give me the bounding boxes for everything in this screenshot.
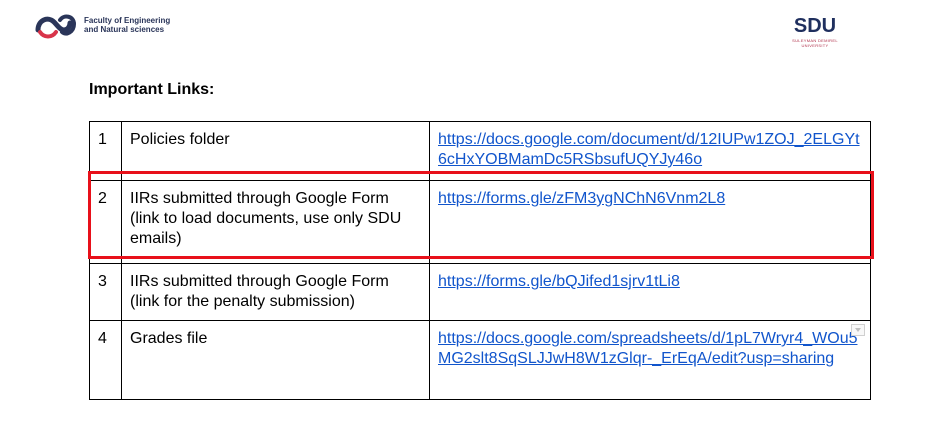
row-description: IIRs submitted through Google Form (link… [121, 180, 430, 264]
row-link-cell: https://docs.google.com/spreadsheets/d/1… [429, 320, 871, 400]
document-page: Faculty of Engineering and Natural scien… [0, 0, 933, 426]
table-row: 2 IIRs submitted through Google Form (li… [89, 180, 871, 264]
table-row: 3 IIRs submitted through Google Form (li… [89, 263, 871, 321]
row-number: 4 [89, 320, 122, 400]
section-heading: Important Links: [89, 81, 215, 98]
row-description: IIRs submitted through Google Form (link… [121, 263, 430, 321]
svg-text:SDU: SDU [794, 15, 836, 36]
row-description: Grades file [121, 320, 430, 400]
grades-file-link[interactable]: https://docs.google.com/spreadsheets/d/1… [438, 330, 857, 367]
sdu-logo: SDU SULEYMAN DEMIREL UNIVERSITY [784, 14, 846, 52]
sdu-logo-icon: SDU [794, 15, 836, 36]
table-row: 4 Grades file https://docs.google.com/sp… [89, 320, 871, 400]
row-number: 1 [89, 121, 122, 181]
faculty-name: Faculty of Engineering and Natural scien… [84, 16, 170, 34]
faculty-name-line1: Faculty of Engineering [84, 16, 171, 25]
chevron-down-icon[interactable] [851, 324, 865, 336]
sdu-university-name: SULEYMAN DEMIREL UNIVERSITY [784, 38, 846, 48]
faculty-logo: Faculty of Engineering and Natural scien… [34, 12, 174, 40]
row-number: 3 [89, 263, 122, 321]
faculty-logo-icon [35, 14, 77, 39]
table-row: 1 Policies folder https://docs.google.co… [89, 121, 871, 181]
iir-penalty-form-link[interactable]: https://forms.gle/bQJifed1sjrv1tLi8 [438, 273, 680, 290]
faculty-name-line2: and Natural sciences [84, 25, 165, 34]
row-number: 2 [89, 180, 122, 264]
iir-upload-form-link[interactable]: https://forms.gle/zFM3ygNChN6Vnm2L8 [438, 190, 725, 207]
row-link-cell: https://forms.gle/bQJifed1sjrv1tLi8 [429, 263, 871, 321]
links-table: 1 Policies folder https://docs.google.co… [89, 121, 871, 400]
sdu-name-line2: UNIVERSITY [801, 43, 829, 48]
row-description: Policies folder [121, 121, 430, 181]
row-link-cell: https://forms.gle/zFM3ygNChN6Vnm2L8 [429, 180, 871, 264]
row-link-cell: https://docs.google.com/document/d/12IUP… [429, 121, 871, 181]
policies-folder-link[interactable]: https://docs.google.com/document/d/12IUP… [438, 131, 860, 168]
